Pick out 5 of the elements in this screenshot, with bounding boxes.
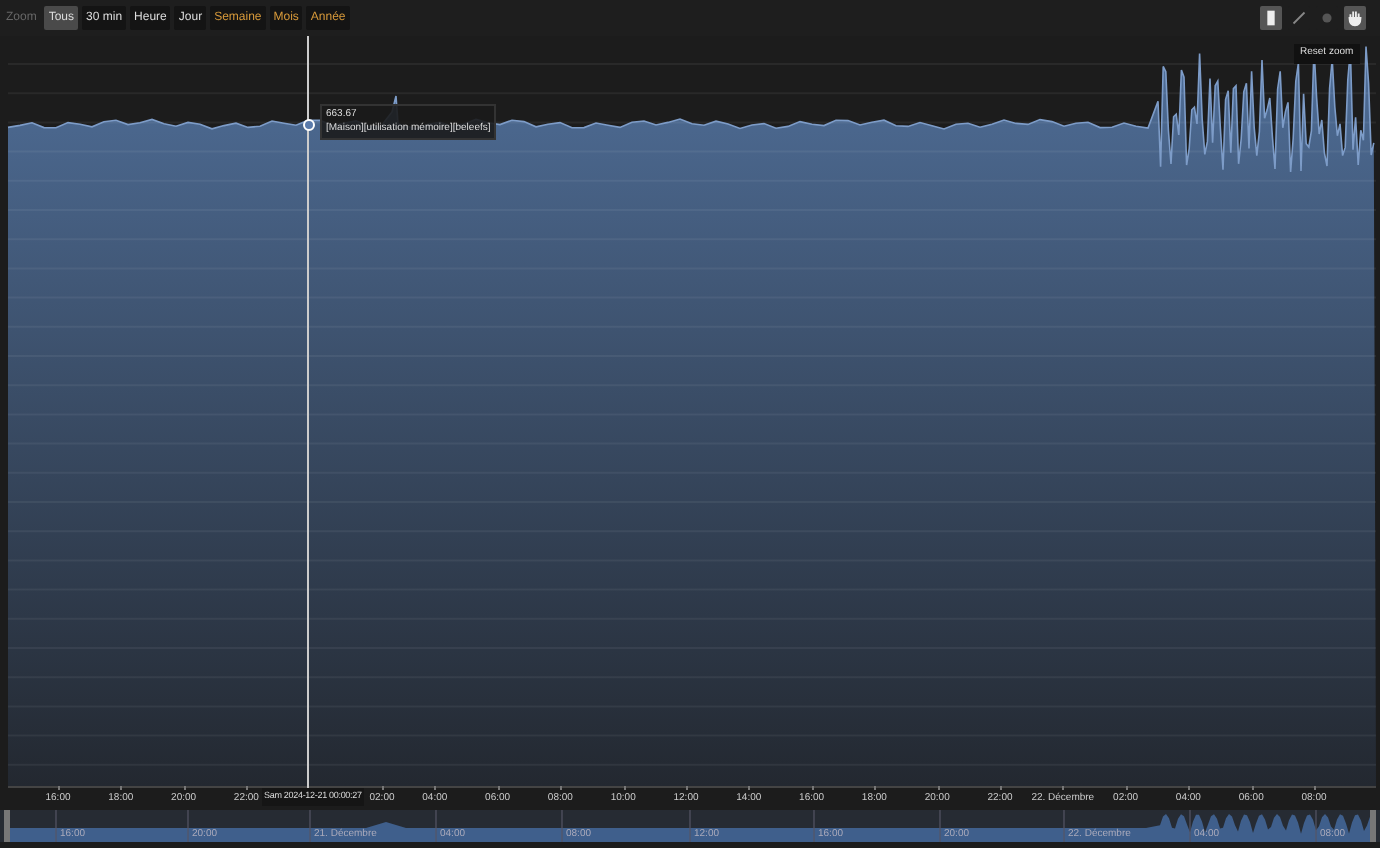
bar-tool-button[interactable] bbox=[1260, 6, 1282, 30]
hand-tool-button[interactable] bbox=[1344, 6, 1366, 30]
pencil-icon bbox=[1288, 6, 1310, 30]
point-marker bbox=[301, 117, 315, 131]
hand-icon bbox=[1344, 6, 1366, 30]
